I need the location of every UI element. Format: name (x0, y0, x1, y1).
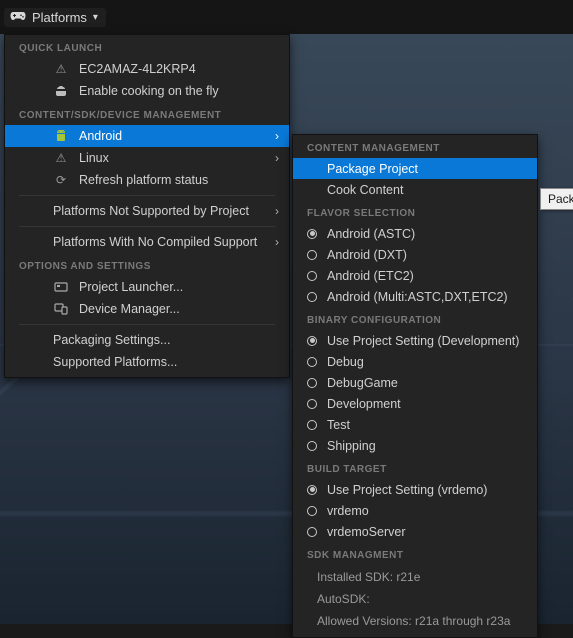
target-vrdemo[interactable]: vrdemo (293, 500, 537, 521)
separator (19, 226, 275, 227)
submenu-package-project[interactable]: Package Project (293, 158, 537, 179)
menu-item-cook-on-fly[interactable]: Enable cooking on the fly (5, 80, 289, 102)
binary-shipping[interactable]: Shipping (293, 435, 537, 456)
binary-development[interactable]: Development (293, 393, 537, 414)
menu-item-linux[interactable]: ⚠ Linux › (5, 147, 289, 169)
radio-icon (307, 485, 317, 495)
chevron-right-icon: › (275, 151, 279, 165)
radio-icon (307, 357, 317, 367)
separator (19, 324, 275, 325)
radio-icon (307, 292, 317, 302)
platforms-dropdown-button[interactable]: Platforms ▾ (4, 8, 106, 27)
sdk-auto: AutoSDK: (293, 587, 537, 609)
refresh-icon: ⟳ (53, 173, 69, 187)
section-binary: BINARY CONFIGURATION (293, 307, 537, 330)
target-use-setting[interactable]: Use Project Setting (vrdemo) (293, 479, 537, 500)
chevron-right-icon: › (275, 129, 279, 143)
radio-icon (307, 250, 317, 260)
binary-test[interactable]: Test (293, 414, 537, 435)
device-icon (53, 303, 69, 315)
radio-icon (307, 271, 317, 281)
chevron-right-icon: › (275, 235, 279, 249)
radio-icon (307, 399, 317, 409)
target-vrdemoserver[interactable]: vrdemoServer (293, 521, 537, 542)
menu-item-supported-platforms[interactable]: Supported Platforms... (5, 351, 289, 373)
separator (19, 195, 275, 196)
radio-icon (307, 336, 317, 346)
menu-item-not-supported[interactable]: Platforms Not Supported by Project › (5, 200, 289, 222)
radio-icon (307, 527, 317, 537)
menu-item-packaging-settings[interactable]: Packaging Settings... (5, 329, 289, 351)
menu-item-project-launcher[interactable]: Project Launcher... (5, 276, 289, 298)
gamepad-icon (10, 10, 26, 25)
menu-item-android[interactable]: Android › (5, 125, 289, 147)
platforms-menu: QUICK LAUNCH ⚠ EC2AMAZ-4L2KRP4 Enable co… (4, 34, 290, 378)
android-submenu: CONTENT MANAGEMENT Package Project Cook … (292, 134, 538, 638)
radio-icon (307, 378, 317, 388)
menu-item-no-compiled[interactable]: Platforms With No Compiled Support › (5, 231, 289, 253)
section-content-management: CONTENT MANAGEMENT (293, 135, 537, 158)
menu-item-device[interactable]: ⚠ EC2AMAZ-4L2KRP4 (5, 58, 289, 80)
binary-debuggame[interactable]: DebugGame (293, 372, 537, 393)
binary-debug[interactable]: Debug (293, 351, 537, 372)
section-options: OPTIONS AND SETTINGS (5, 253, 289, 276)
flavor-astc[interactable]: Android (ASTC) (293, 223, 537, 244)
binary-use-setting[interactable]: Use Project Setting (Development) (293, 330, 537, 351)
warning-icon: ⚠ (53, 62, 69, 76)
warning-icon: ⚠ (53, 151, 69, 165)
chevron-down-icon: ▾ (93, 12, 98, 23)
flavor-multi[interactable]: Android (Multi:ASTC,DXT,ETC2) (293, 286, 537, 307)
radio-icon (307, 229, 317, 239)
radio-icon (307, 420, 317, 430)
chevron-right-icon: › (275, 204, 279, 218)
toolbar: Platforms ▾ (0, 0, 573, 34)
cooking-icon (53, 85, 69, 97)
section-content-sdk: CONTENT/SDK/DEVICE MANAGEMENT (5, 102, 289, 125)
section-flavor: FLAVOR SELECTION (293, 200, 537, 223)
section-build-target: BUILD TARGET (293, 456, 537, 479)
sdk-installed: Installed SDK: r21e (293, 565, 537, 587)
radio-icon (307, 506, 317, 516)
tooltip: Pack (540, 188, 573, 210)
platforms-label: Platforms (32, 10, 87, 25)
menu-item-device-manager[interactable]: Device Manager... (5, 298, 289, 320)
flavor-dxt[interactable]: Android (DXT) (293, 244, 537, 265)
menu-item-refresh[interactable]: ⟳ Refresh platform status (5, 169, 289, 191)
radio-icon (307, 441, 317, 451)
submenu-cook-content[interactable]: Cook Content (293, 179, 537, 200)
section-quick-launch: QUICK LAUNCH (5, 35, 289, 58)
sdk-allowed: Allowed Versions: r21a through r23a (293, 609, 537, 631)
section-sdk: SDK MANAGMENT (293, 542, 537, 565)
flavor-etc2[interactable]: Android (ETC2) (293, 265, 537, 286)
android-icon (53, 130, 69, 142)
launcher-icon (53, 281, 69, 293)
